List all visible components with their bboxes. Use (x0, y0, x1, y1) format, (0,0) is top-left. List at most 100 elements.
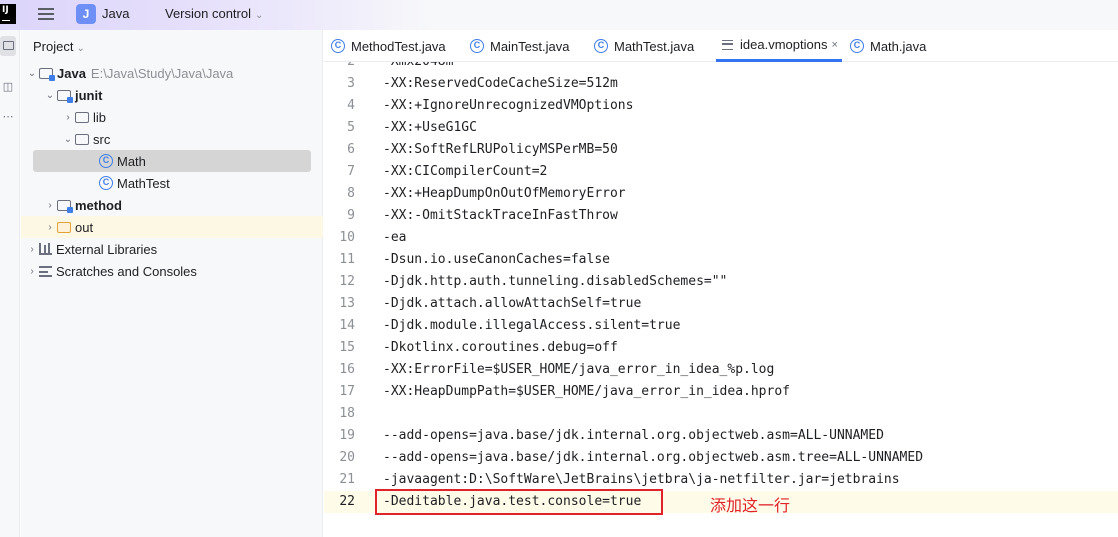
code-line[interactable]: 13 -Djdk.attach.allowAttachSelf=true (324, 293, 1118, 315)
project-badge[interactable]: J (76, 4, 96, 24)
code-line[interactable]: 6 -XX:SoftRefLRUPolicyMSPerMB=50 (324, 139, 1118, 161)
chevron-right-icon[interactable]: › (25, 244, 39, 255)
tree-item-label: External Libraries (56, 241, 158, 257)
module-folder-icon (39, 68, 55, 81)
line-number: 3 (347, 76, 355, 91)
tree-item-java[interactable]: ⌄ Java E:\Java\Study\Java\Java (21, 62, 323, 84)
tree-item-path: E:\Java\Study\Java\Java (90, 65, 234, 81)
line-number: 6 (347, 142, 355, 157)
code-text: -XX:SoftRefLRUPolicyMSPerMB=50 (383, 142, 618, 157)
tree-item-junit[interactable]: ⌄ junit (21, 84, 323, 106)
tree-item-label: lib (93, 109, 107, 125)
chevron-down-icon[interactable]: ⌄ (43, 90, 57, 101)
class-icon: C (850, 39, 864, 53)
chevron-right-icon[interactable]: › (61, 112, 75, 123)
line-number: 2 (324, 62, 355, 73)
chevron-right-icon[interactable]: › (43, 200, 57, 211)
tree-item-method[interactable]: › method (21, 194, 323, 216)
code-text: -ea (383, 230, 407, 245)
line-number: 9 (347, 208, 355, 223)
project-panel-title: Project (33, 39, 74, 54)
code-line[interactable]: 5 -XX:+UseG1GC (324, 117, 1118, 139)
code-line[interactable]: 15 -Dkotlinx.coroutines.debug=off (324, 337, 1118, 359)
code-text: -XX:HeapDumpPath=$USER_HOME/java_error_i… (383, 384, 790, 399)
code-editor[interactable]: 2 -Xmx2048m 3 -XX:ReservedCodeCacheSize=51… (324, 62, 1118, 537)
code-text: -XX:CICompilerCount=2 (383, 164, 548, 179)
tab-label: MathTest.java (614, 38, 695, 54)
tree-item-mathtest[interactable]: C MathTest (21, 172, 323, 194)
code-line[interactable]: 20 --add-opens=java.base/jdk.internal.org… (324, 447, 1118, 469)
code-line[interactable]: 21 -javaagent:D:\SoftWare\JetBrains\jetbr… (324, 469, 1118, 491)
code-line[interactable]: 19 --add-opens=java.base/jdk.internal.org… (324, 425, 1118, 447)
code-line[interactable]: 14 -Djdk.module.illegalAccess.silent=true (324, 315, 1118, 337)
code-text: -javaagent:D:\SoftWare\JetBrains\jetbra\… (383, 472, 900, 487)
tab-label: Math.java (870, 38, 927, 54)
class-icon: C (594, 39, 608, 53)
chevron-down-icon[interactable]: ⌄ (61, 134, 75, 145)
more-tools-icon[interactable]: ⋯ (0, 110, 16, 130)
tab-maintest[interactable]: C MainTest.java (470, 30, 569, 62)
library-icon (39, 243, 52, 255)
chevron-right-icon[interactable]: › (25, 266, 39, 277)
code-text: -Xmx2048m (383, 62, 453, 73)
project-view-dropdown[interactable]: Project ⌄ (33, 39, 85, 54)
project-name-dropdown[interactable]: Java (102, 6, 129, 21)
class-icon: C (331, 39, 345, 53)
code-line[interactable]: 16 -XX:ErrorFile=$USER_HOME/java_error_in… (324, 359, 1118, 381)
source-folder-icon (75, 134, 89, 145)
chevron-down-icon: ⌄ (255, 10, 264, 21)
structure-icon[interactable]: ◫ (0, 80, 16, 100)
code-line[interactable]: 18 (324, 403, 1118, 425)
tab-label: MethodTest.java (351, 38, 446, 54)
tab-math[interactable]: C Math.java (850, 30, 926, 62)
tree-item-label: Java (57, 65, 86, 81)
line-number: 16 (339, 362, 355, 377)
code-line[interactable]: 9 -XX:-OmitStackTraceInFastThrow (324, 205, 1118, 227)
code-line[interactable]: 3 -XX:ReservedCodeCacheSize=512m (324, 73, 1118, 95)
version-control-label: Version control (165, 6, 251, 21)
tree-item-label: out (75, 219, 94, 235)
intellij-logo-icon[interactable]: IJ (0, 4, 16, 24)
tree-item-lib[interactable]: › lib (21, 106, 323, 128)
tab-methodtest[interactable]: C MethodTest.java (331, 30, 446, 62)
code-text: -XX:+HeapDumpOnOutOfMemoryError (383, 186, 626, 201)
scratches-icon (39, 265, 52, 277)
project-tool-folder-icon[interactable] (0, 36, 16, 56)
code-text: -Djdk.module.illegalAccess.silent=true (383, 318, 681, 333)
code-text: -XX:-OmitStackTraceInFastThrow (383, 208, 618, 223)
chevron-down-icon[interactable]: ⌄ (25, 68, 39, 79)
code-line[interactable]: 17 -XX:HeapDumpPath=$USER_HOME/java_error… (324, 381, 1118, 403)
tree-item-out[interactable]: › out (21, 216, 323, 238)
code-line[interactable]: 10 -ea (324, 227, 1118, 249)
code-line[interactable]: 8 -XX:+HeapDumpOnOutOfMemoryError (324, 183, 1118, 205)
line-number: 18 (339, 406, 355, 421)
line-number: 5 (347, 120, 355, 135)
main-menu-icon[interactable] (38, 7, 54, 20)
code-text: -XX:+IgnoreUnrecognizedVMOptions (383, 98, 634, 113)
tab-label: MainTest.java (490, 38, 570, 54)
version-control-dropdown[interactable]: Version control ⌄ (165, 6, 263, 21)
tab-idea-vmoptions[interactable]: idea.vmoptions × (716, 30, 842, 62)
code-line[interactable]: 12 -Djdk.http.auth.tunneling.disabledSche… (324, 271, 1118, 293)
line-number: 15 (339, 340, 355, 355)
module-folder-icon (57, 200, 73, 213)
chevron-down-icon: ⌄ (76, 43, 85, 54)
tree-item-label: Scratches and Consoles (56, 263, 197, 279)
code-line[interactable]: 11 -Dsun.io.useCanonCaches=false (324, 249, 1118, 271)
code-line[interactable]: 7 -XX:CICompilerCount=2 (324, 161, 1118, 183)
tab-mathtest[interactable]: C MathTest.java (594, 30, 694, 62)
chevron-right-icon[interactable]: › (43, 222, 57, 233)
code-line[interactable]: 2 -Xmx2048m (324, 62, 1118, 73)
class-icon: C (99, 176, 113, 190)
tree-item-math[interactable]: C Math (33, 150, 311, 172)
tree-item-src[interactable]: ⌄ src (21, 128, 323, 150)
code-line[interactable]: 4 -XX:+IgnoreUnrecognizedVMOptions (324, 95, 1118, 117)
tree-item-label: method (75, 197, 122, 213)
tree-item-external-libraries[interactable]: › External Libraries (21, 238, 323, 260)
class-icon: C (470, 39, 484, 53)
close-icon[interactable]: × (831, 39, 837, 51)
excluded-folder-icon (57, 222, 71, 233)
code-text: -XX:+UseG1GC (383, 120, 477, 135)
highlight-box (375, 489, 663, 515)
tree-item-scratches[interactable]: › Scratches and Consoles (21, 260, 323, 282)
